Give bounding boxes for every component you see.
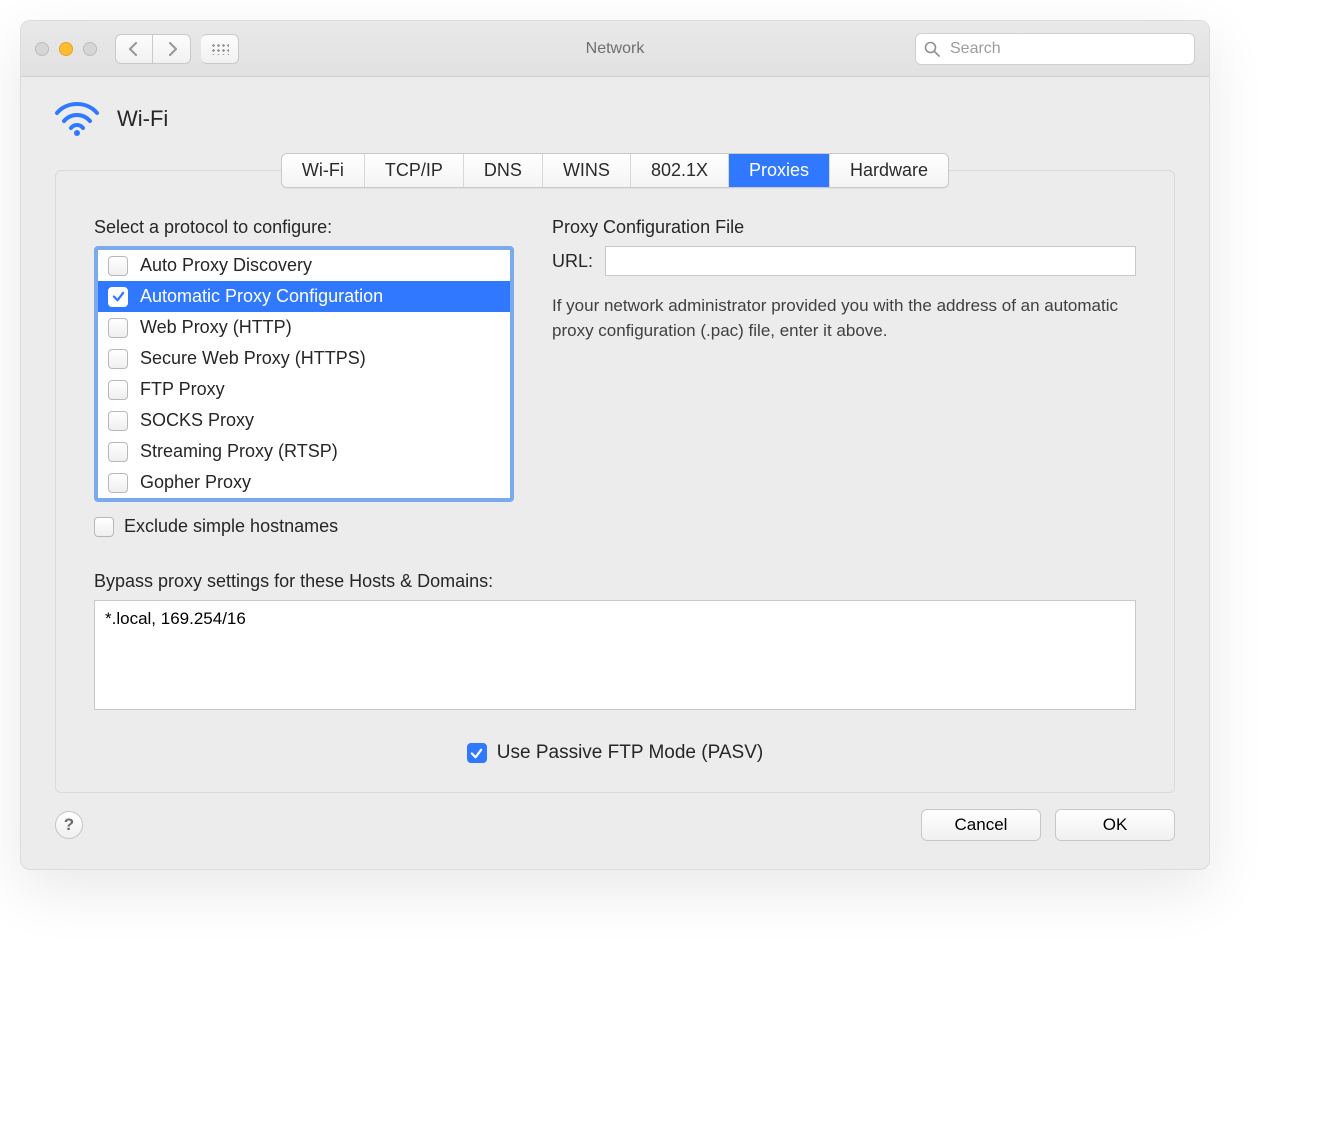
protocol-checkbox[interactable] xyxy=(108,318,128,338)
pasv-checkbox[interactable] xyxy=(467,743,487,763)
nav-back-forward xyxy=(115,34,191,64)
tab-proxies[interactable]: Proxies xyxy=(729,154,830,187)
tab-wifi[interactable]: Wi-Fi xyxy=(282,154,365,187)
protocol-row[interactable]: FTP Proxy xyxy=(98,374,510,405)
titlebar: Network xyxy=(21,21,1209,77)
search-icon xyxy=(924,41,940,57)
pac-url-input[interactable] xyxy=(605,246,1136,276)
proxies-panel: Select a protocol to configure: Auto Pro… xyxy=(55,170,1175,793)
traffic-lights xyxy=(35,42,97,56)
chevron-left-icon xyxy=(128,42,140,56)
protocol-checkbox[interactable] xyxy=(108,473,128,493)
tab-wins[interactable]: WINS xyxy=(543,154,631,187)
pac-help-text: If your network administrator provided y… xyxy=(552,294,1136,343)
protocol-row[interactable]: Gopher Proxy xyxy=(98,467,510,498)
connection-header: Wi-Fi xyxy=(21,77,1209,147)
cancel-button[interactable]: Cancel xyxy=(921,809,1041,841)
protocol-label: Web Proxy (HTTP) xyxy=(140,317,292,338)
protocol-checkbox[interactable] xyxy=(108,349,128,369)
maximize-window-button[interactable] xyxy=(83,42,97,56)
bypass-textarea[interactable] xyxy=(94,600,1136,710)
protocol-label: Auto Proxy Discovery xyxy=(140,255,312,276)
tab-tcpip[interactable]: TCP/IP xyxy=(365,154,464,187)
protocol-label: Gopher Proxy xyxy=(140,472,251,493)
protocol-checkbox[interactable] xyxy=(108,287,128,307)
pasv-label: Use Passive FTP Mode (PASV) xyxy=(497,742,763,764)
network-preferences-window: Network Wi-Fi Wi-Fi TCP/IP DNS WINS 802.… xyxy=(20,20,1210,870)
protocol-row[interactable]: Auto Proxy Discovery xyxy=(98,250,510,281)
search-field-wrap[interactable] xyxy=(915,33,1195,65)
protocol-label: Streaming Proxy (RTSP) xyxy=(140,441,338,462)
protocol-checkbox[interactable] xyxy=(108,256,128,276)
tab-8021x[interactable]: 802.1X xyxy=(631,154,729,187)
search-input[interactable] xyxy=(948,39,1186,59)
protocol-row[interactable]: Automatic Proxy Configuration xyxy=(98,281,510,312)
protocol-label: FTP Proxy xyxy=(140,379,225,400)
ok-button[interactable]: OK xyxy=(1055,809,1175,841)
protocol-checkbox[interactable] xyxy=(108,411,128,431)
help-button[interactable]: ? xyxy=(55,811,83,839)
footer: ? Cancel OK xyxy=(21,793,1209,869)
connection-name: Wi-Fi xyxy=(117,106,168,132)
minimize-window-button[interactable] xyxy=(59,42,73,56)
protocol-column: Select a protocol to configure: Auto Pro… xyxy=(94,217,514,537)
wifi-icon xyxy=(55,101,99,137)
tab-bar: Wi-Fi TCP/IP DNS WINS 802.1X Proxies Har… xyxy=(21,153,1209,188)
tab-dns[interactable]: DNS xyxy=(464,154,543,187)
show-all-button[interactable] xyxy=(201,34,239,64)
exclude-simple-row[interactable]: Exclude simple hostnames xyxy=(94,516,514,537)
exclude-simple-label: Exclude simple hostnames xyxy=(124,516,338,537)
protocol-label: SOCKS Proxy xyxy=(140,410,254,431)
bypass-label: Bypass proxy settings for these Hosts & … xyxy=(94,571,1136,592)
back-button[interactable] xyxy=(115,34,153,64)
url-label: URL: xyxy=(552,251,593,272)
protocol-label: Secure Web Proxy (HTTPS) xyxy=(140,348,366,369)
exclude-simple-checkbox[interactable] xyxy=(94,517,114,537)
protocol-row[interactable]: Web Proxy (HTTP) xyxy=(98,312,510,343)
pasv-row[interactable]: Use Passive FTP Mode (PASV) xyxy=(94,742,1136,764)
protocol-list[interactable]: Auto Proxy Discovery Automatic Proxy Conf… xyxy=(94,246,514,502)
chevron-right-icon xyxy=(166,42,178,56)
protocol-heading: Select a protocol to configure: xyxy=(94,217,514,238)
protocol-row[interactable]: Streaming Proxy (RTSP) xyxy=(98,436,510,467)
protocol-checkbox[interactable] xyxy=(108,380,128,400)
protocol-checkbox[interactable] xyxy=(108,442,128,462)
protocol-row[interactable]: SOCKS Proxy xyxy=(98,405,510,436)
close-window-button[interactable] xyxy=(35,42,49,56)
grid-icon xyxy=(211,43,229,55)
forward-button[interactable] xyxy=(153,34,191,64)
detail-column: Proxy Configuration File URL: If your ne… xyxy=(552,217,1136,537)
pac-heading: Proxy Configuration File xyxy=(552,217,1136,238)
tab-hardware[interactable]: Hardware xyxy=(830,154,948,187)
protocol-label: Automatic Proxy Configuration xyxy=(140,286,383,307)
protocol-row[interactable]: Secure Web Proxy (HTTPS) xyxy=(98,343,510,374)
show-all-group xyxy=(201,34,239,64)
